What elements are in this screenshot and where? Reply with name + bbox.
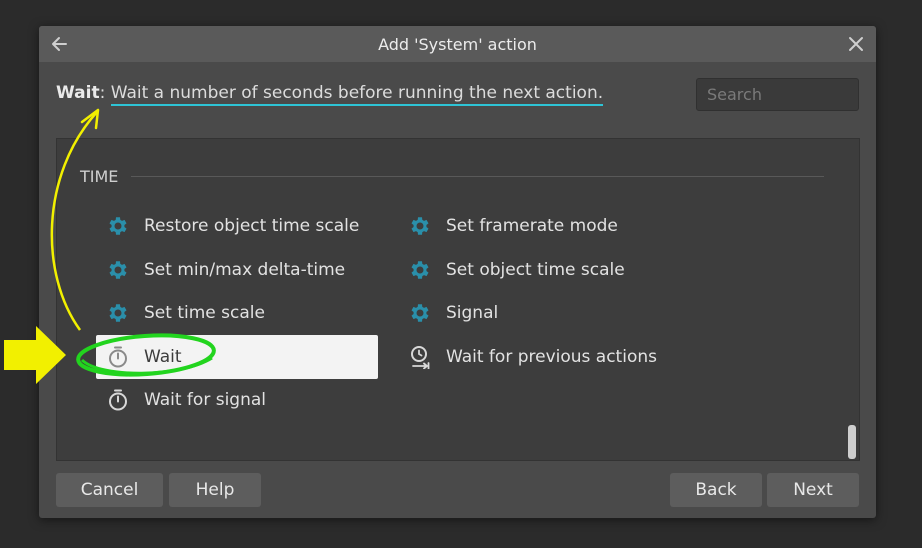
action-item-wait-for-signal[interactable]: Wait for signal xyxy=(96,378,378,422)
close-button[interactable] xyxy=(842,30,870,58)
action-item-set-time-scale[interactable]: Set time scale xyxy=(96,291,378,335)
gear-icon xyxy=(106,214,130,238)
action-item-label: Set object time scale xyxy=(446,260,625,280)
action-item-label: Set framerate mode xyxy=(446,216,618,236)
action-item-set-min-max-delta-time[interactable]: Set min/max delta-time xyxy=(96,248,378,292)
action-item-set-framerate-mode[interactable]: Set framerate mode xyxy=(398,204,680,248)
list-scrollbar-thumb[interactable] xyxy=(848,425,856,459)
action-item-wait[interactable]: Wait xyxy=(96,335,378,379)
action-item-label: Wait for previous actions xyxy=(446,347,657,367)
action-description: Wait: Wait a number of seconds before ru… xyxy=(56,78,604,108)
gear-icon xyxy=(408,301,432,325)
action-item-restore-object-time-scale[interactable]: Restore object time scale xyxy=(96,204,378,248)
back-button[interactable]: Back xyxy=(670,473,762,507)
action-item-label: Set time scale xyxy=(144,303,265,323)
action-description-text: Wait a number of seconds before running … xyxy=(110,83,604,106)
gear-icon xyxy=(408,258,432,282)
action-item-label: Restore object time scale xyxy=(144,216,360,236)
stopwatch-icon xyxy=(106,388,130,412)
action-list-panel: TIME Restore object time scale Set min/m… xyxy=(56,138,860,461)
action-item-signal[interactable]: Signal xyxy=(398,291,680,335)
action-item-label: Wait for signal xyxy=(144,390,266,410)
gear-icon xyxy=(106,301,130,325)
clock-arrow-icon xyxy=(408,345,432,369)
section-divider xyxy=(131,176,824,177)
gear-icon xyxy=(408,214,432,238)
action-item-wait-for-previous-actions[interactable]: Wait for previous actions xyxy=(398,335,718,379)
cancel-button[interactable]: Cancel xyxy=(56,473,163,507)
action-name: Wait xyxy=(56,83,100,103)
add-action-dialog: Add 'System' action Wait: Wait a number … xyxy=(39,26,876,518)
next-button[interactable]: Next xyxy=(767,473,859,507)
action-item-label: Set min/max delta-time xyxy=(144,260,346,280)
dialog-title: Add 'System' action xyxy=(378,35,537,54)
action-item-label: Signal xyxy=(446,303,499,323)
search-input[interactable] xyxy=(696,78,859,111)
action-item-label: Wait xyxy=(144,347,182,367)
gear-icon xyxy=(106,258,130,282)
list-scrollbar[interactable] xyxy=(847,141,857,458)
section-title: TIME xyxy=(80,167,119,186)
close-icon xyxy=(849,37,863,51)
stopwatch-icon xyxy=(106,345,130,369)
help-button[interactable]: Help xyxy=(169,473,261,507)
dialog-titlebar: Add 'System' action xyxy=(39,26,876,62)
action-item-set-object-time-scale[interactable]: Set object time scale xyxy=(398,248,680,292)
